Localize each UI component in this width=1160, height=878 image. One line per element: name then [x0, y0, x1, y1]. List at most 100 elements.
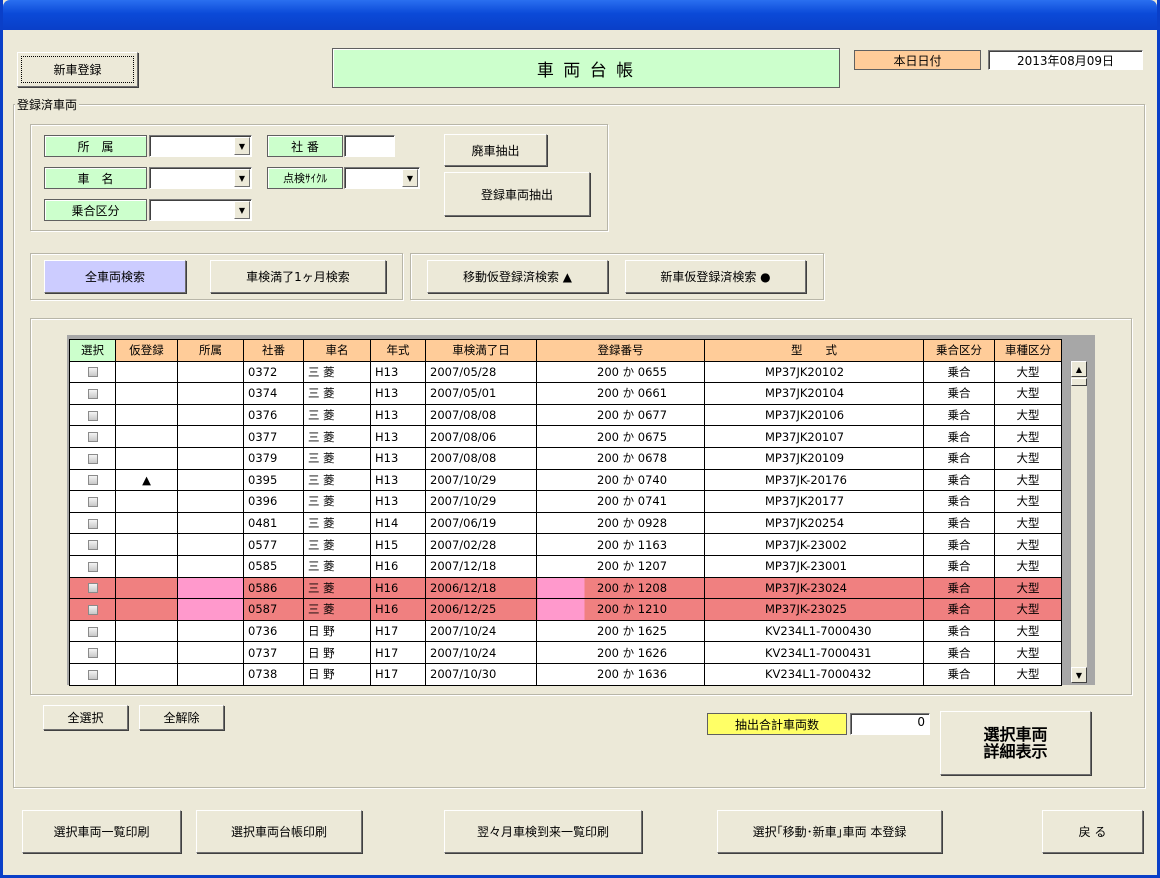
selected-vehicle-detail-button[interactable]: 選択車両 詳細表示	[940, 711, 1091, 775]
row-checkbox[interactable]	[87, 518, 98, 529]
select-cell[interactable]	[69, 619, 116, 643]
riding-cell: 乗合	[923, 403, 995, 427]
table-row[interactable]: 0587 三 菱 H16 2006/12/25 200 か 1210 MP37JK-230…	[69, 598, 1062, 621]
table-row[interactable]: 0374 三 菱 H13 2007/05/01 200 か 0661 MP37JK2010…	[69, 382, 1062, 405]
table-row[interactable]: ▲ 0395 三 菱 H13 2007/10/29 200 か 0740 MP37JK-20…	[69, 468, 1062, 492]
no-cell: 0481	[243, 511, 304, 535]
table-row[interactable]: 0379 三 菱 H13 2007/08/08 200 か 0678 MP37JK2010…	[69, 446, 1062, 470]
chevron-down-icon[interactable]: ▼	[402, 169, 418, 187]
name-cell: 日 野	[303, 619, 371, 643]
table-row[interactable]: 0376 三 菱 H13 2007/08/08 200 か 0677 MP37JK2010…	[69, 403, 1062, 427]
table-row[interactable]: 0577 三 菱 H15 2007/02/28 200 か 1163 MP37JK-230…	[69, 533, 1062, 556]
expiry-cell: 2007/06/19	[425, 511, 537, 535]
chevron-down-icon[interactable]: ▼	[234, 169, 250, 187]
reg-cell: 200 か 0675	[536, 425, 705, 448]
select-cell[interactable]	[69, 554, 116, 578]
prov-cell	[115, 446, 178, 470]
select-cell[interactable]	[69, 511, 116, 535]
table-row[interactable]: 0585 三 菱 H16 2007/12/18 200 か 1207 MP37JK-230…	[69, 554, 1062, 578]
column-header: 乗合区分	[923, 339, 995, 362]
row-checkbox[interactable]	[87, 453, 98, 464]
table-row[interactable]: 0737 日 野 H17 2007/10/24 200 か 1626 KV234L1-70…	[69, 641, 1062, 664]
column-header: 所属	[177, 339, 244, 362]
row-checkbox[interactable]	[87, 388, 98, 399]
registered-extract-button[interactable]: 登録車両抽出	[444, 172, 590, 216]
column-header: 車検満了日	[425, 339, 537, 362]
select-cell[interactable]	[69, 360, 116, 384]
row-checkbox[interactable]	[87, 648, 98, 659]
grid-scrollbar[interactable]: ▲ ▼	[1070, 361, 1087, 683]
no-cell: 0586	[243, 576, 304, 600]
table-row[interactable]: 0736 日 野 H17 2007/10/24 200 か 1625 KV234L1-70…	[69, 619, 1062, 643]
affiliation-cell	[177, 360, 244, 384]
select-cell[interactable]	[69, 382, 116, 405]
riding-cell: 乗合	[923, 598, 995, 621]
select-cell[interactable]	[69, 662, 116, 686]
print-selected-list-button[interactable]: 選択車両一覧印刷	[22, 810, 181, 853]
kind-cell: 大型	[994, 511, 1062, 535]
prov-cell	[115, 360, 178, 384]
no-cell: 0395	[243, 468, 304, 492]
select-cell[interactable]	[69, 425, 116, 448]
new-car-button[interactable]: 新車登録	[17, 52, 138, 87]
scroll-thumb[interactable]	[1071, 378, 1087, 386]
name-cell: 三 菱	[303, 446, 371, 470]
select-cell[interactable]	[69, 641, 116, 664]
table-row[interactable]: 0372 三 菱 H13 2007/05/28 200 か 0655 MP37JK2010…	[69, 360, 1062, 384]
row-checkbox[interactable]	[87, 410, 98, 421]
inspection-month-search-button[interactable]: 車検満了1ヶ月検索	[210, 260, 386, 293]
transfer-provisional-search-button[interactable]: 移動仮登録済検索 ▲	[427, 260, 608, 293]
riding-cell: 乗合	[923, 360, 995, 384]
table-row[interactable]: 0377 三 菱 H13 2007/08/06 200 か 0675 MP37JK2010…	[69, 425, 1062, 448]
table-row[interactable]: 0586 三 菱 H16 2006/12/18 200 か 1208 MP37JK-230…	[69, 576, 1062, 600]
name-cell: 三 菱	[303, 554, 371, 578]
row-checkbox[interactable]	[87, 669, 98, 680]
row-checkbox[interactable]	[87, 626, 98, 637]
affiliation-cell	[177, 641, 244, 664]
select-cell[interactable]	[69, 468, 116, 492]
row-checkbox[interactable]	[87, 540, 98, 551]
row-checkbox[interactable]	[87, 367, 98, 378]
row-checkbox[interactable]	[87, 561, 98, 572]
select-all-button[interactable]: 全選択	[43, 705, 128, 730]
riding-class-select[interactable]: ▼	[149, 199, 252, 221]
prov-cell	[115, 533, 178, 556]
row-checkbox[interactable]	[87, 583, 98, 594]
table-row[interactable]: 0396 三 菱 H13 2007/10/29 200 か 0741 MP37JK2017…	[69, 490, 1062, 513]
name-cell: 三 菱	[303, 360, 371, 384]
row-checkbox[interactable]	[87, 432, 98, 443]
column-header: 年式	[370, 339, 426, 362]
row-checkbox[interactable]	[87, 604, 98, 615]
row-checkbox[interactable]	[87, 496, 98, 507]
company-no-field[interactable]	[344, 135, 395, 157]
select-cell[interactable]	[69, 446, 116, 470]
select-cell[interactable]	[69, 490, 116, 513]
register-selected-vehicles-button[interactable]: 選択｢移動･新車｣車両 本登録	[717, 810, 942, 853]
select-cell[interactable]	[69, 598, 116, 621]
table-row[interactable]: 0738 日 野 H17 2007/10/30 200 か 1636 KV234L1-70…	[69, 662, 1062, 686]
scroll-up-icon[interactable]: ▲	[1071, 361, 1087, 377]
print-next-inspection-button[interactable]: 翌々月車検到来一覧印刷	[444, 810, 642, 853]
new-provisional-search-button[interactable]: 新車仮登録済検索 ●	[625, 260, 806, 293]
affiliation-cell	[177, 576, 244, 600]
select-cell[interactable]	[69, 533, 116, 556]
car-name-select[interactable]: ▼	[149, 167, 252, 189]
riding-cell: 乗合	[923, 641, 995, 664]
back-button[interactable]: 戻 る	[1042, 810, 1143, 853]
chevron-down-icon[interactable]: ▼	[234, 137, 250, 155]
select-cell[interactable]	[69, 576, 116, 600]
select-cell[interactable]	[69, 403, 116, 427]
row-checkbox[interactable]	[87, 475, 98, 486]
affiliation-select[interactable]: ▼	[149, 135, 252, 157]
table-row[interactable]: 0481 三 菱 H14 2007/06/19 200 か 0928 MP37JK2025…	[69, 511, 1062, 535]
scroll-down-icon[interactable]: ▼	[1071, 667, 1087, 683]
print-selected-ledger-button[interactable]: 選択車両台帳印刷	[196, 810, 362, 853]
chevron-down-icon[interactable]: ▼	[234, 201, 250, 219]
scrapped-extract-button[interactable]: 廃車抽出	[444, 134, 547, 166]
reg-cell: 200 か 0678	[536, 446, 705, 470]
inspection-cycle-select[interactable]: ▼	[344, 167, 420, 189]
deselect-all-button[interactable]: 全解除	[139, 705, 224, 730]
all-vehicles-search-button[interactable]: 全車両検索	[44, 260, 186, 293]
reg-cell: 200 か 0928	[536, 511, 705, 535]
year-cell: H16	[370, 576, 426, 600]
